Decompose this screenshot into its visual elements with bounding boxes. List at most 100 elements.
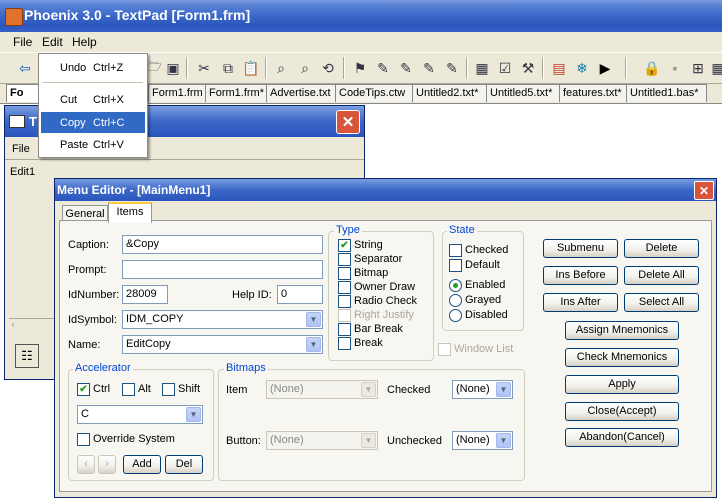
properties-icon[interactable]: ☑	[496, 59, 514, 77]
app-title: Phoenix 3.0 - TextPad [Form1.frm]	[24, 7, 251, 23]
prompt-input[interactable]	[122, 260, 323, 279]
bitmap-checked-combo[interactable]: (None) ▼	[452, 380, 513, 399]
save-icon[interactable]: ▣	[164, 59, 182, 77]
checkbox[interactable]	[338, 337, 351, 350]
grid-icon[interactable]: ⊞	[689, 59, 707, 77]
add-accelerator-button[interactable]: Add	[123, 455, 161, 474]
submenu-button[interactable]: Submenu	[543, 239, 618, 258]
chevron-down-icon[interactable]: ▼	[496, 382, 511, 397]
find-icon[interactable]: ⌕	[272, 59, 290, 77]
select-all-button[interactable]: Select All	[624, 293, 699, 312]
delete-button[interactable]: Delete	[624, 239, 699, 258]
menu-editor-close-button[interactable]: ✕	[694, 181, 714, 200]
pin-next-icon[interactable]: ✎	[397, 59, 415, 77]
apply-button[interactable]: Apply	[565, 375, 679, 394]
compile-icon[interactable]: ❄	[573, 59, 591, 77]
tab-items[interactable]: Items	[108, 202, 152, 223]
replace-icon[interactable]: ⟲	[319, 59, 337, 77]
find-next-icon[interactable]: ⌕	[296, 59, 314, 77]
grid-large-icon[interactable]: ▦	[709, 59, 722, 77]
alt-option[interactable]: Alt	[122, 382, 162, 396]
shift-option[interactable]: Shift	[162, 382, 207, 396]
menu-edit[interactable]: Edit	[42, 35, 63, 49]
radio-button[interactable]	[449, 279, 462, 292]
grid-small-icon[interactable]: ▪	[666, 59, 684, 77]
form-icon[interactable]: ▦	[473, 59, 491, 77]
horizontal-scrollbar[interactable]: ‹	[9, 318, 57, 334]
checkbox[interactable]	[162, 383, 175, 396]
file-tab[interactable]: Advertise.txt	[266, 84, 340, 102]
pin-prev-icon[interactable]: ✎	[420, 59, 438, 77]
form-window-close-button[interactable]: ✕	[336, 110, 360, 134]
menu-editor-title-bar: Menu Editor - [MainMenu1] ✕	[55, 179, 716, 201]
checkbox[interactable]	[338, 295, 351, 308]
toolbar-separator	[625, 57, 627, 79]
file-tab[interactable]: Untitled2.txt*	[412, 84, 491, 102]
checkbox[interactable]	[338, 281, 351, 294]
checkbox[interactable]	[449, 259, 462, 272]
menu-item-undo[interactable]: Undo Ctrl+Z	[41, 57, 145, 78]
ctrl-option[interactable]: ✔ Ctrl	[77, 382, 127, 396]
menu-file[interactable]: File	[13, 35, 32, 49]
menu-editor-title: Menu Editor - [MainMenu1]	[57, 183, 211, 197]
ins-before-button[interactable]: Ins Before	[543, 266, 618, 285]
checkbox[interactable]	[77, 433, 90, 446]
idsymbol-combo[interactable]: IDM_COPY ▼	[122, 310, 323, 329]
file-tab[interactable]: CodeTips.ctw	[335, 84, 417, 102]
abandon-cancel-button[interactable]: Abandon(Cancel)	[565, 428, 679, 447]
assign-mnemonics-button[interactable]: Assign Mnemonics	[565, 321, 679, 340]
file-tab[interactable]: Form1.frm	[148, 84, 210, 102]
checkbox[interactable]	[338, 253, 351, 266]
chevron-down-icon: ▼	[361, 433, 376, 448]
chevron-down-icon[interactable]: ▼	[186, 407, 201, 422]
accelerator-key-combo[interactable]: C ▼	[77, 405, 203, 424]
lock-icon[interactable]: 🔒	[643, 59, 661, 77]
name-combo[interactable]: EditCopy ▼	[122, 335, 323, 354]
menu-component-icon[interactable]: ☷	[15, 344, 39, 368]
pin-clear-icon[interactable]: ✎	[443, 59, 461, 77]
window-list-option: Window List	[438, 342, 538, 356]
chevron-down-icon[interactable]: ▼	[496, 433, 511, 448]
file-tab[interactable]: features.txt*	[559, 84, 631, 102]
idnumber-input[interactable]: 28009	[122, 285, 168, 304]
checkbox[interactable]	[122, 383, 135, 396]
check-mnemonics-button[interactable]: Check Mnemonics	[565, 348, 679, 367]
override-system-option[interactable]: Override System	[77, 432, 197, 446]
pin-icon[interactable]: ✎	[374, 59, 392, 77]
run-icon[interactable]: ▶	[596, 59, 614, 77]
build-icon[interactable]: ▤	[550, 59, 568, 77]
radio-button[interactable]	[449, 309, 462, 322]
caption-input[interactable]: &Copy	[122, 235, 323, 254]
menu-item-cut[interactable]: Cut Ctrl+X	[41, 89, 145, 110]
bitmap-unchecked-combo[interactable]: (None) ▼	[452, 431, 513, 450]
form-menu-file[interactable]: File	[12, 143, 30, 155]
del-accelerator-button[interactable]: Del	[165, 455, 203, 474]
tools-icon[interactable]: ⚒	[519, 59, 537, 77]
chevron-down-icon[interactable]: ▼	[306, 337, 321, 352]
checkbox[interactable]: ✔	[338, 239, 351, 252]
menu-help[interactable]: Help	[72, 35, 97, 49]
ins-after-button[interactable]: Ins After	[543, 293, 618, 312]
next-arrow-button[interactable]: ›	[98, 455, 116, 474]
prev-arrow-button[interactable]: ‹	[77, 455, 95, 474]
checkbox[interactable]: ✔	[77, 383, 90, 396]
file-tab[interactable]: Untitled5.txt*	[486, 84, 564, 102]
checkbox[interactable]	[338, 267, 351, 280]
menu-item-copy[interactable]: Copy Ctrl+C	[41, 112, 145, 133]
radio-button[interactable]	[449, 294, 462, 307]
helpid-input[interactable]: 0	[277, 285, 323, 304]
delete-all-button[interactable]: Delete All	[624, 266, 699, 285]
form-item-edit1[interactable]: Edit1	[10, 166, 35, 178]
copy-icon[interactable]: ⧉	[219, 59, 237, 77]
close-accept-button[interactable]: Close(Accept)	[565, 402, 679, 421]
chevron-down-icon[interactable]: ▼	[306, 312, 321, 327]
back-arrow-icon[interactable]: ⇦	[16, 59, 34, 77]
checkbox[interactable]	[449, 244, 462, 257]
cut-icon[interactable]: ✂	[195, 59, 213, 77]
paste-icon[interactable]: 📋	[242, 59, 260, 77]
file-tab[interactable]: Form1.frm*	[205, 84, 271, 102]
menu-item-paste[interactable]: Paste Ctrl+V	[41, 134, 145, 155]
checkbox[interactable]	[338, 323, 351, 336]
file-tab[interactable]: Untitled1.bas*	[626, 84, 707, 102]
bookmark-icon[interactable]: ⚑	[351, 59, 369, 77]
